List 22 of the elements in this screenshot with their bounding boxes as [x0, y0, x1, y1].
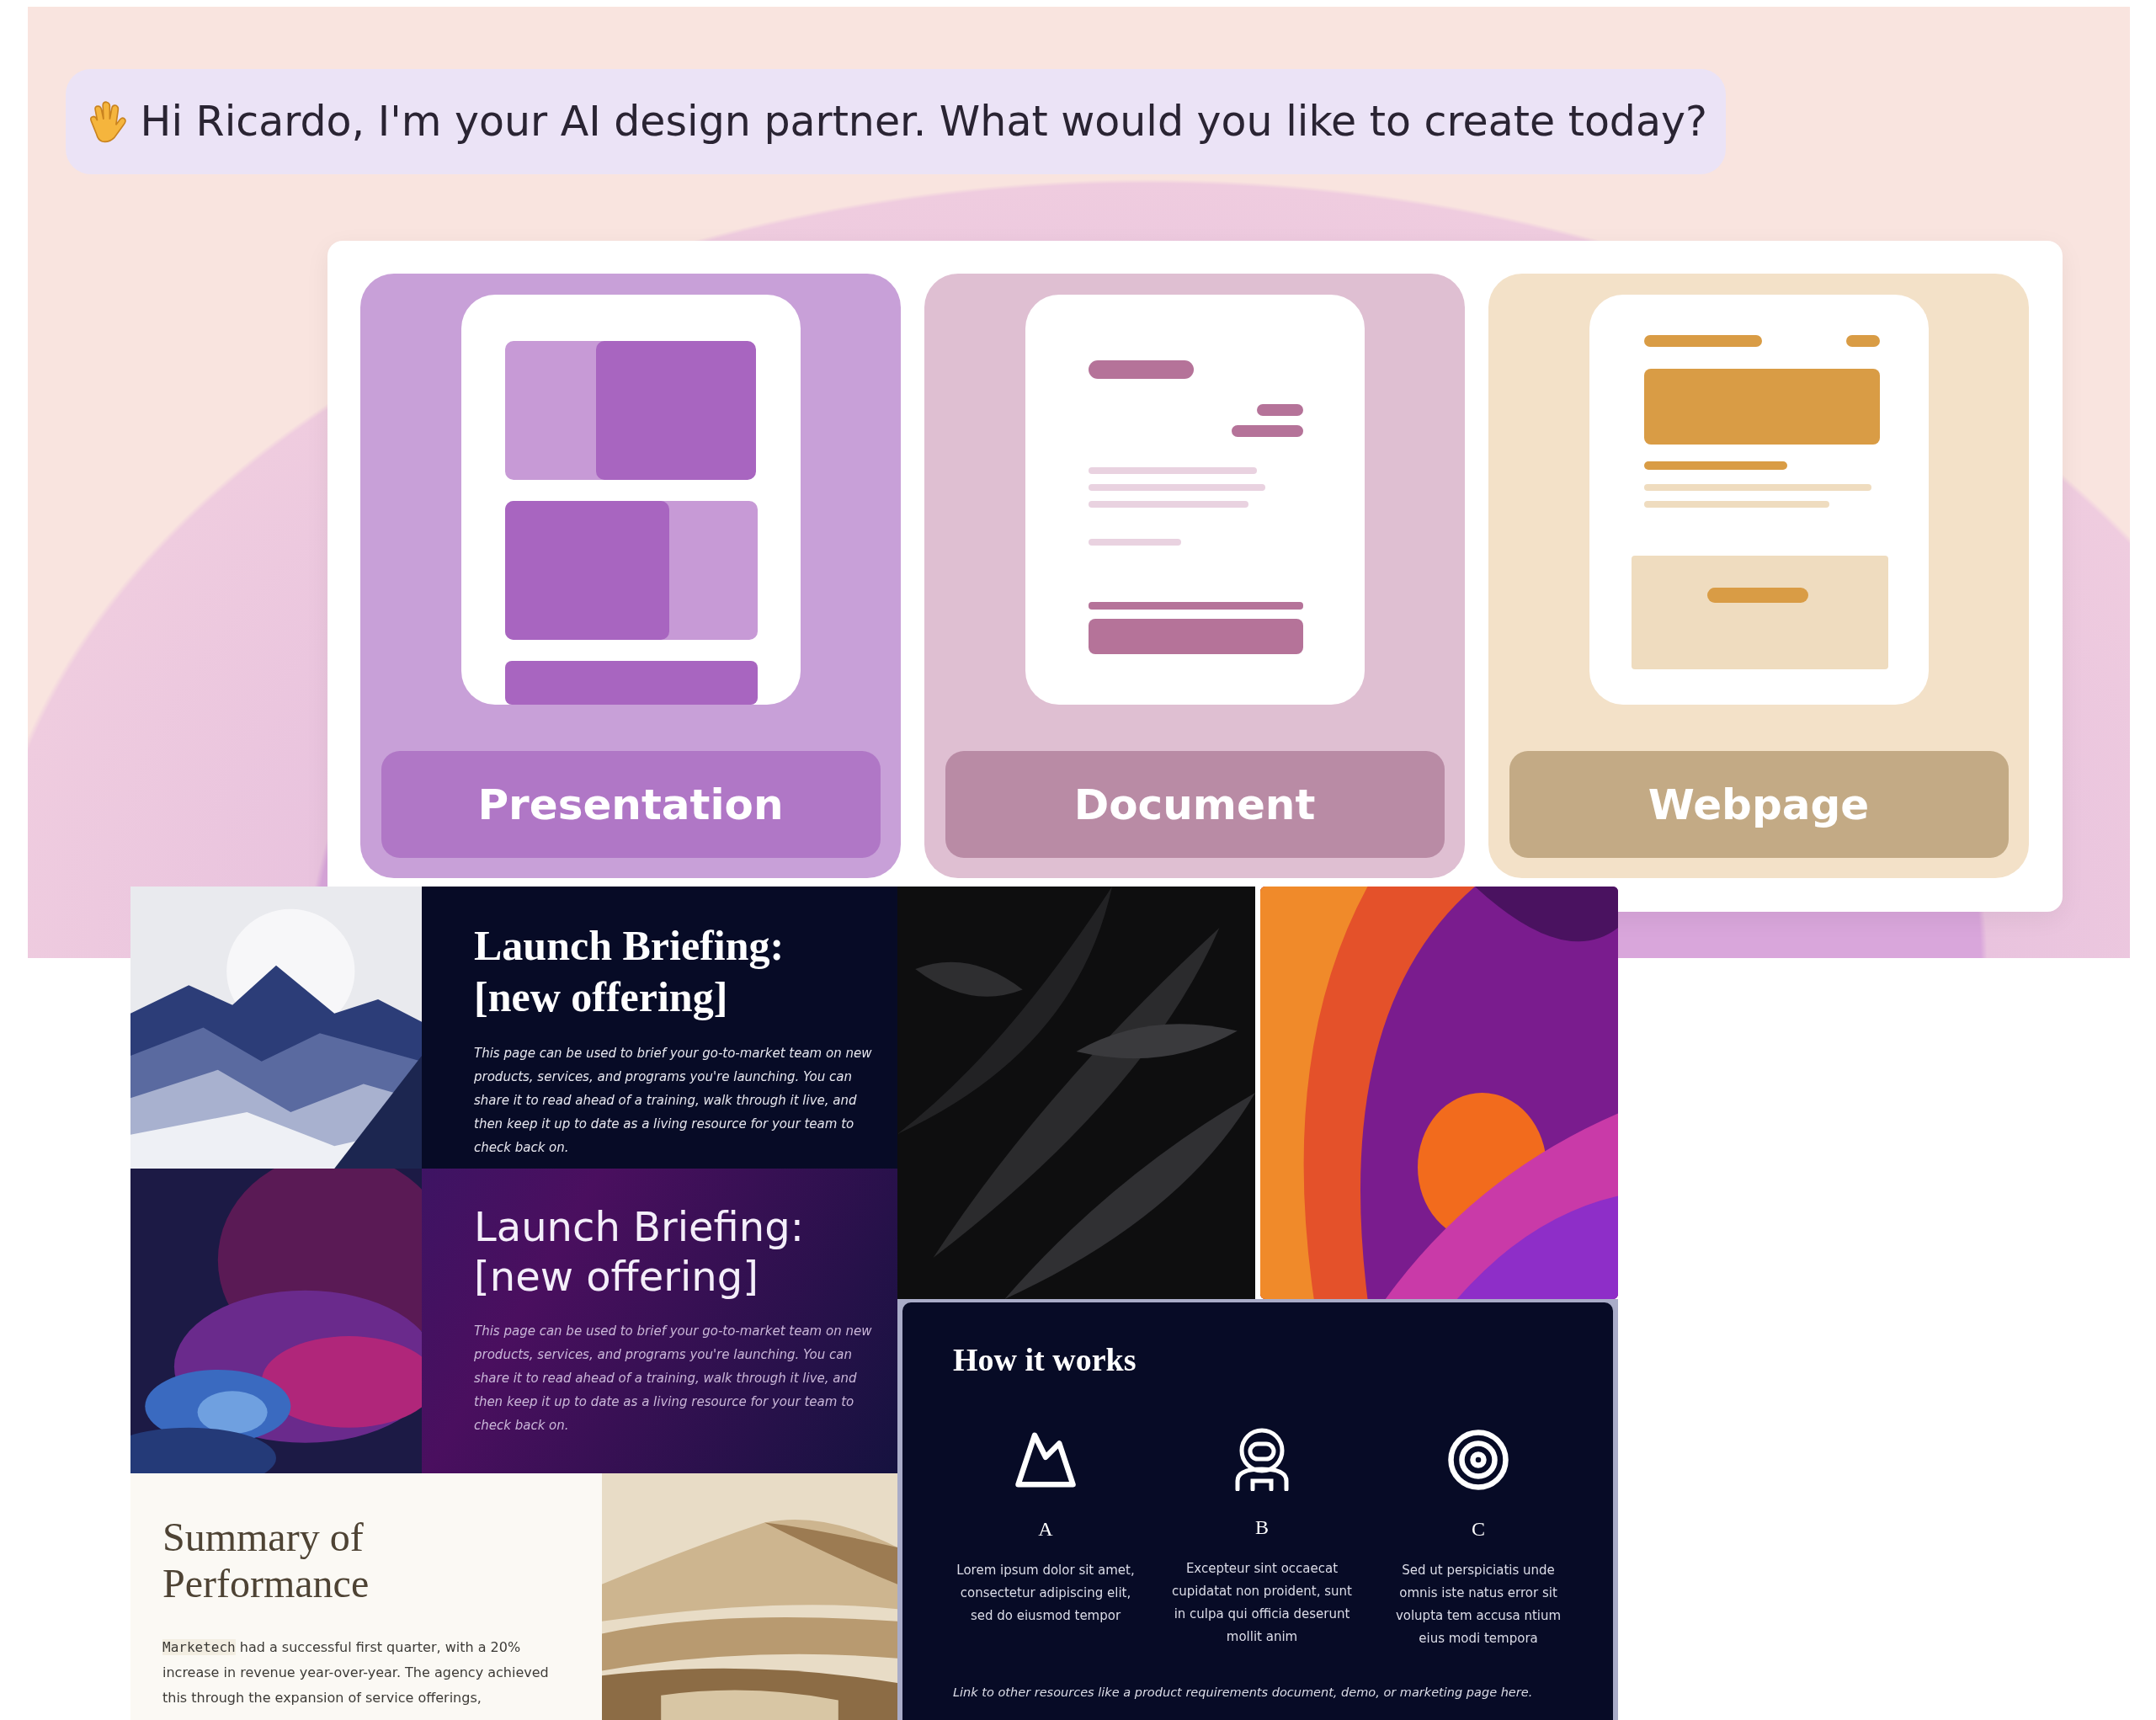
greeting-text: Hi Ricardo, I'm your AI design partner. What would you like to create today?: [140, 98, 1707, 146]
create-option-button[interactable]: Webpage: [1509, 751, 2009, 858]
template-description: This page can be used to brief your go-to-market team on new products, services, and programs you're launching. You can share it to read ahead of a training, walk through it live, and then keep it up to date as a living resource for your team to check back on.: [474, 1045, 873, 1157]
template-title: Launch Briefing: [new offering]: [474, 921, 785, 1022]
step-letter: B: [1255, 1516, 1269, 1539]
step-letter: A: [1038, 1518, 1053, 1541]
resources-note: Link to other resources like a product requirements document, demo, or marketing page here.: [953, 1685, 1533, 1701]
step-description: Lorem ipsum dolor sit amet, consectetur adipiscing elit, sed do eiusmod tempor: [956, 1562, 1136, 1625]
step-description: Excepteur sint occaecat cupidatat non proident, sunt in culpa qui officia deserunt mollit anim: [1171, 1560, 1353, 1646]
summary-paragraph: Marketech had a successful first quarter, with a 20% increase in revenue year-over-year. The agency achieved this through the expansion of service offerings,: [162, 1638, 550, 1708]
template-title: Launch Briefing: [new offering]: [474, 1202, 805, 1302]
step-letter: C: [1472, 1518, 1485, 1541]
section-title: How it works: [953, 1341, 1137, 1378]
create-option-card[interactable]: Document: [924, 274, 1465, 878]
step-description: Sed ut perspiciatis unde omnis iste natus error sit volupta tem accusa ntium eius modi tempora: [1394, 1562, 1562, 1648]
template-description: This page can be used to brief your go-to-market team on new products, services, and programs you're launching. You can share it to read ahead of a training, walk through it live, and then keep it up to date as a living resource for your team to check back on.: [474, 1323, 873, 1435]
summary-title: Summary of Performance: [162, 1514, 370, 1607]
create-option-card[interactable]: Presentation: [360, 274, 901, 878]
create-option-button[interactable]: Presentation: [381, 751, 881, 858]
create-option-button[interactable]: Document: [945, 751, 1445, 858]
target-icon: [1445, 1427, 1511, 1493]
create-option-card[interactable]: Webpage: [1488, 274, 2029, 878]
